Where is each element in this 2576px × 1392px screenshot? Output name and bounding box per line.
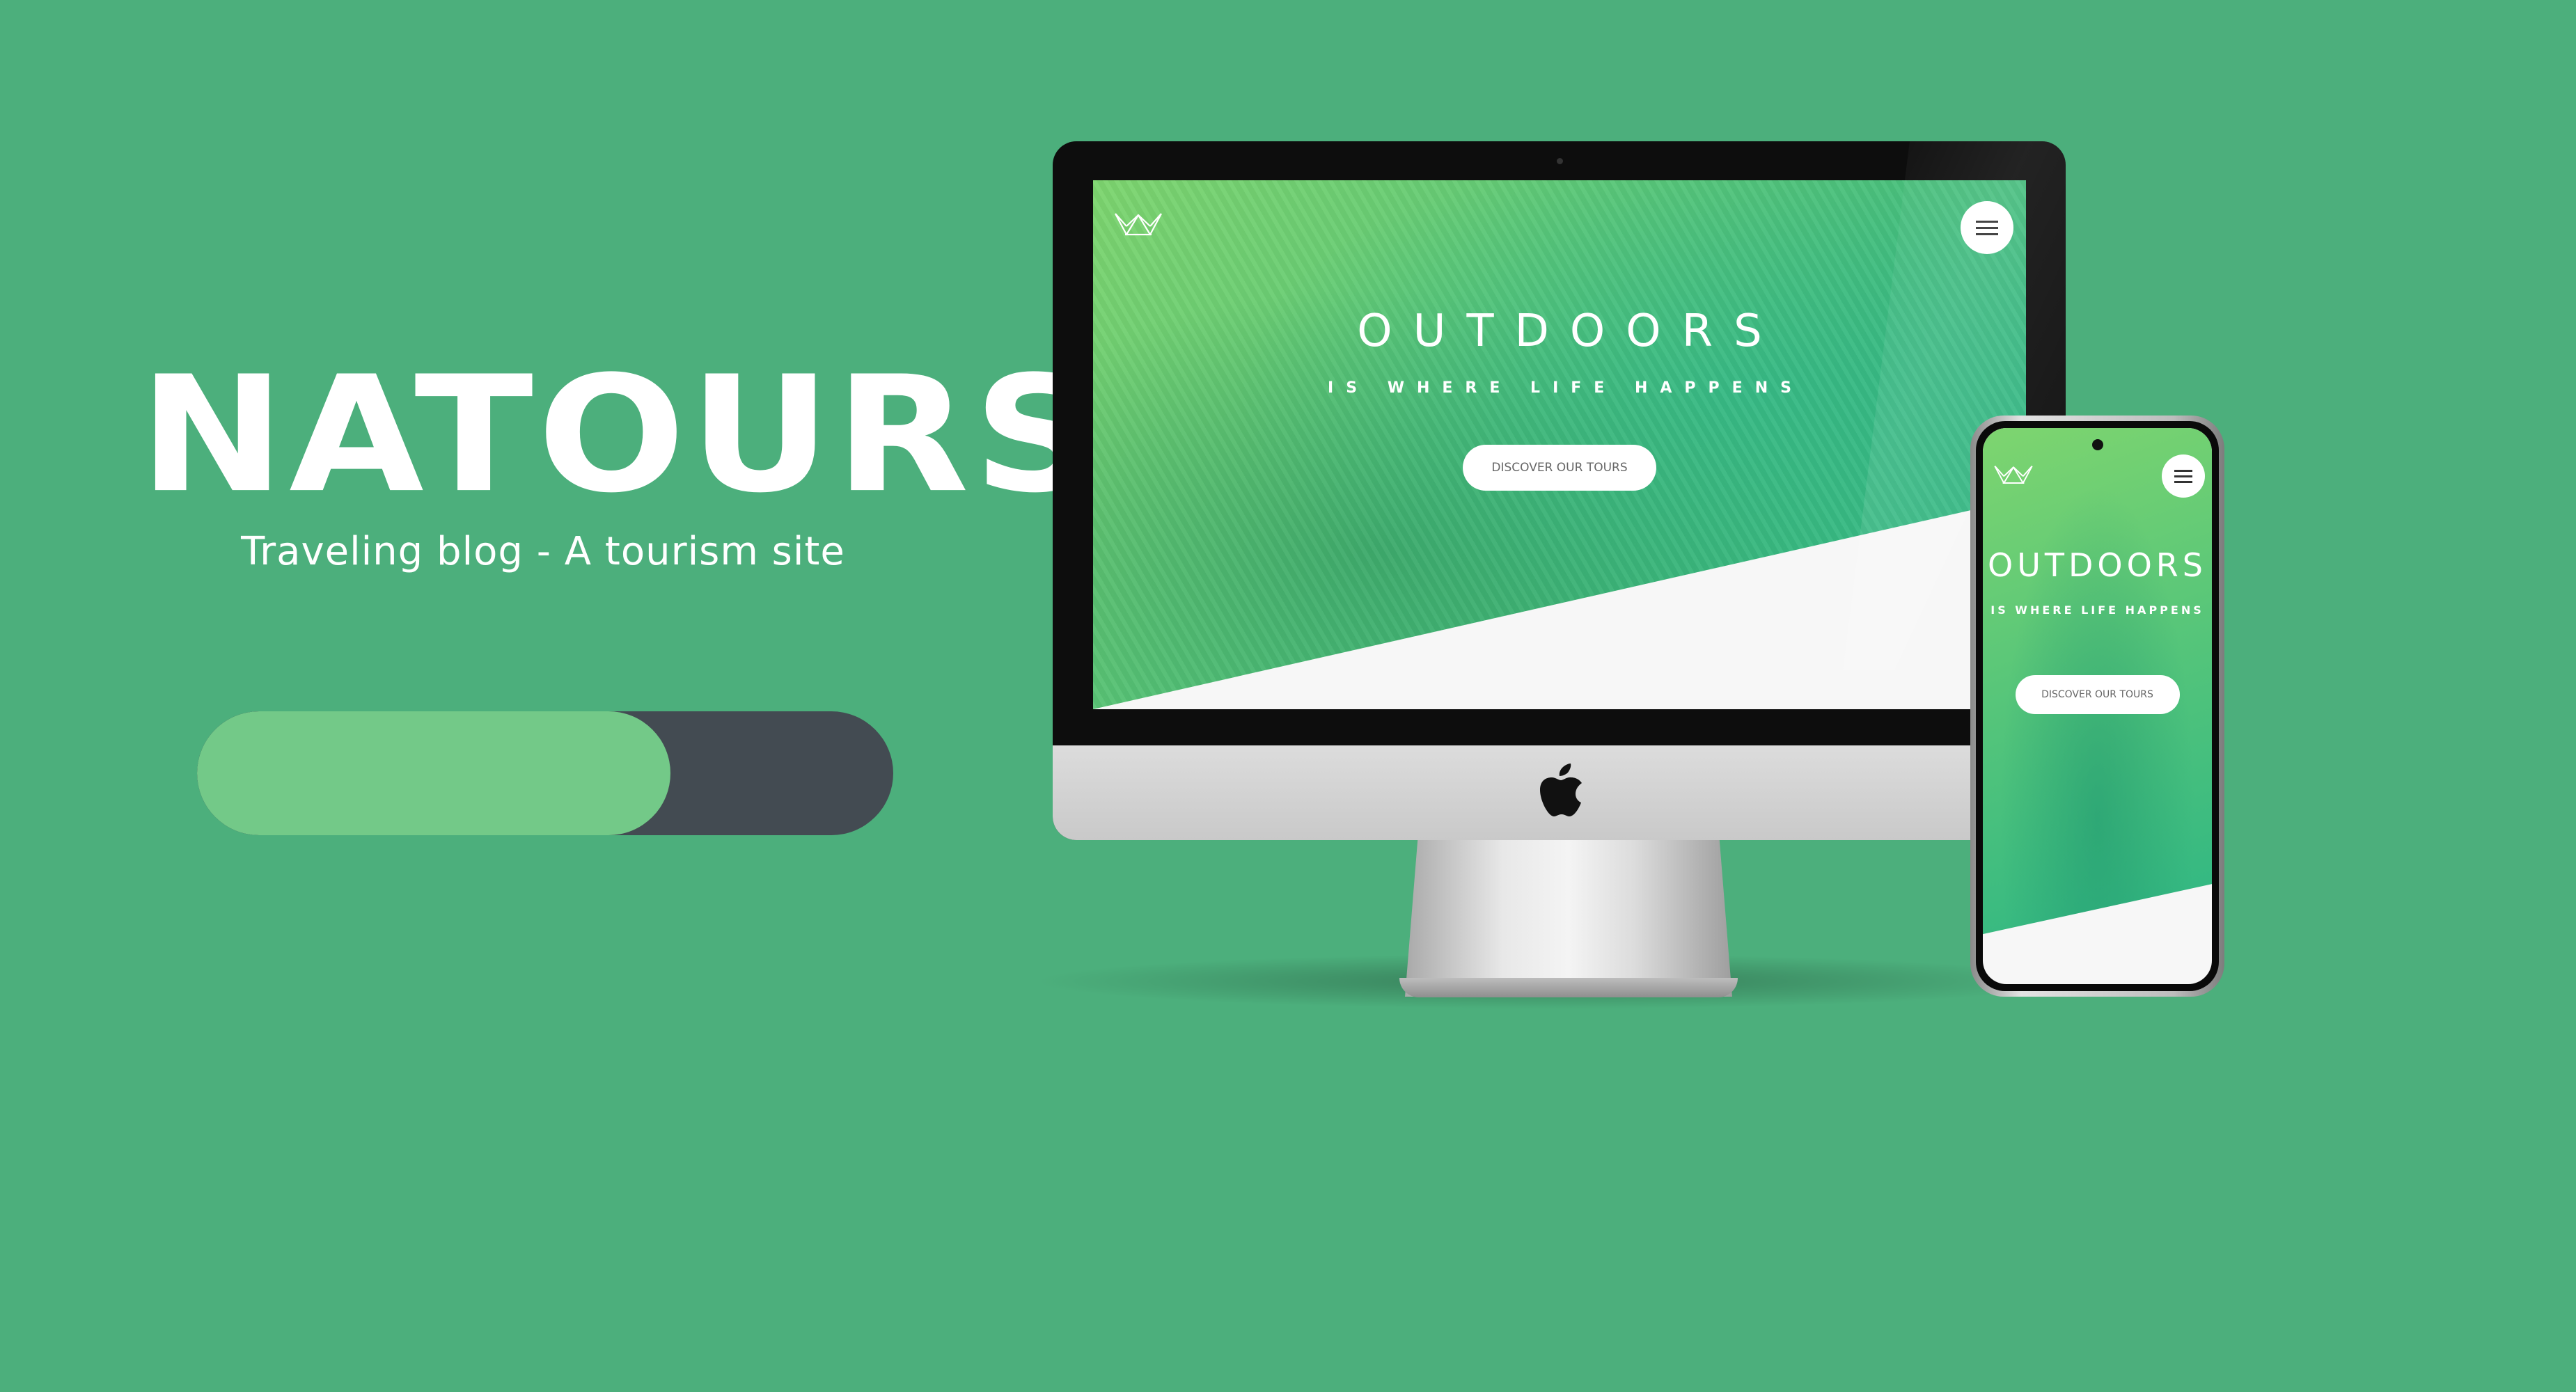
mobile-hero-subtitle: IS WHERE LIFE HAPPENS xyxy=(1990,603,2204,617)
progress-bar-fill xyxy=(197,711,670,835)
imac-chin xyxy=(1053,745,2066,840)
camera-icon xyxy=(1557,158,1563,164)
mobile-hero-title: OUTDOORS xyxy=(1988,546,2207,584)
phone-mockup: OUTDOORS IS WHERE LIFE HAPPENS DISCOVER … xyxy=(1970,416,2224,997)
brand-title: NATOURS xyxy=(139,341,1103,528)
phone-bezel: OUTDOORS IS WHERE LIFE HAPPENS DISCOVER … xyxy=(1976,421,2219,991)
mobile-discover-tours-button[interactable]: DISCOVER OUR TOURS xyxy=(2015,675,2180,714)
front-camera-icon xyxy=(2091,439,2103,450)
mobile-website-screen: OUTDOORS IS WHERE LIFE HAPPENS DISCOVER … xyxy=(1983,428,2212,984)
brand-tagline: Traveling blog - A tourism site xyxy=(241,529,845,574)
hamburger-menu-icon[interactable] xyxy=(2162,454,2205,498)
imac-stand-foot xyxy=(1399,978,1738,997)
imac-stand xyxy=(1405,835,1732,997)
crown-outline-icon[interactable] xyxy=(1113,208,1164,239)
imac-monitor: OUTDOORS IS WHERE LIFE HAPPENS DISCOVER … xyxy=(1053,141,2066,840)
crown-outline-icon[interactable] xyxy=(1993,461,2034,487)
desktop-discover-tours-button[interactable]: DISCOVER OUR TOURS xyxy=(1463,445,1656,491)
progress-bar xyxy=(197,711,893,835)
apple-logo-icon xyxy=(1539,764,1582,816)
